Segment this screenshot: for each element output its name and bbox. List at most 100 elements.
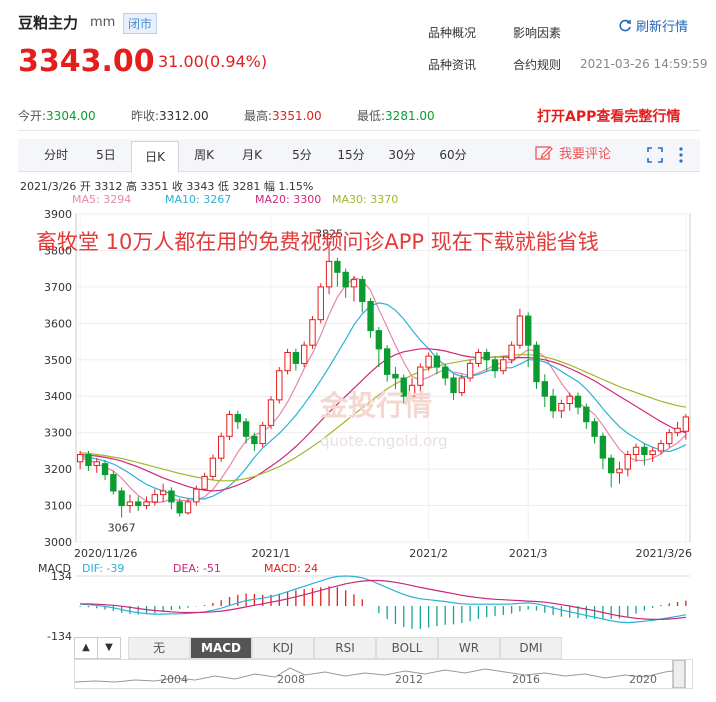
candle-body <box>110 474 117 492</box>
candle-body <box>151 494 159 503</box>
indicator-tab-kdj[interactable]: KDJ <box>252 637 314 659</box>
macd-title: MACD <box>38 562 71 575</box>
candle-body <box>367 300 374 332</box>
candle-body <box>392 373 399 379</box>
candle-body <box>583 406 590 423</box>
watermark-url: quote.cngold.org <box>320 432 448 450</box>
candle-body <box>649 450 656 456</box>
candle-body <box>375 330 383 350</box>
indicator-tab-macd[interactable]: MACD <box>190 637 252 659</box>
candle-body <box>541 381 548 397</box>
candle-body <box>508 344 515 361</box>
y-tick-label: 3300 <box>44 427 72 440</box>
candle-body <box>641 446 648 456</box>
candle-body <box>309 319 316 346</box>
overview-year-2020: 2020 <box>629 673 657 686</box>
candle-body <box>325 260 333 288</box>
overview-year-2016: 2016 <box>512 673 540 686</box>
candle-body <box>342 271 349 288</box>
candle-body <box>450 377 457 394</box>
y-tick-label: 3500 <box>44 354 72 367</box>
x-tick-label: 2021/3 <box>509 547 548 560</box>
macd-y-tick-label: -134 <box>47 630 72 643</box>
navigator-handle[interactable] <box>672 659 686 689</box>
candle-body <box>442 366 449 379</box>
candle-body <box>209 457 217 477</box>
candle-body <box>616 468 623 474</box>
candle-body <box>674 427 681 434</box>
watermark-logo: 金投行情 <box>320 389 433 422</box>
candle-body <box>126 501 134 507</box>
candle-body <box>632 446 640 456</box>
y-tick-label: 3000 <box>44 536 72 549</box>
candle-body <box>533 344 540 383</box>
candle-body <box>143 501 150 507</box>
overview-year-2008: 2008 <box>277 673 305 686</box>
indicator-tab-wr[interactable]: WR <box>438 637 500 659</box>
kline-chart[interactable]: 3000310032003300340035003600370038003900… <box>0 0 716 702</box>
macd-dif: DIF: -39 <box>82 562 125 575</box>
candle-body <box>475 351 482 364</box>
y-tick-label: 3700 <box>44 281 72 294</box>
candle-body <box>624 454 631 470</box>
indicator-tabbar: ▲ ▼ 无 MACD KDJ RSI BOLL WR DMI <box>74 637 699 659</box>
candle-body <box>666 432 673 445</box>
candle-body <box>276 370 283 401</box>
candle-body <box>491 359 499 372</box>
candle-body <box>425 355 432 368</box>
candle-body <box>93 461 100 466</box>
y-tick-label: 3600 <box>44 317 72 330</box>
candle-body <box>85 454 92 466</box>
candle-body <box>466 362 474 379</box>
indicator-tab-none[interactable]: 无 <box>128 637 190 659</box>
candle-body <box>251 435 258 445</box>
candle-body <box>118 490 125 507</box>
candle-body <box>483 351 490 361</box>
candle-body <box>292 351 300 364</box>
candle-body <box>433 355 441 368</box>
macd-dea: DEA: -51 <box>173 562 221 575</box>
scroll-down-button[interactable]: ▼ <box>97 637 121 659</box>
overview-year-2004: 2004 <box>160 673 188 686</box>
scroll-up-button[interactable]: ▲ <box>74 637 98 659</box>
candle-body <box>168 490 175 503</box>
candle-body <box>101 463 109 476</box>
candle-body <box>135 501 142 507</box>
y-tick-label: 3100 <box>44 500 72 513</box>
candle-body <box>267 399 275 426</box>
overview-year-2012: 2012 <box>395 673 423 686</box>
candle-body <box>284 351 291 372</box>
candle-body <box>259 424 266 445</box>
candle-body <box>334 260 341 273</box>
x-tick-label: 2021/2 <box>409 547 448 560</box>
candle-body <box>176 501 183 514</box>
candle-body <box>242 421 250 437</box>
candle-body <box>458 377 466 394</box>
candle-body <box>350 279 358 288</box>
indicator-tab-boll[interactable]: BOLL <box>376 637 438 659</box>
candle-body <box>558 403 565 412</box>
candle-body <box>184 501 192 514</box>
candle-body <box>574 395 582 408</box>
y-tick-label: 3900 <box>44 208 72 221</box>
x-tick-label: 2021/1 <box>252 547 291 560</box>
candle-body <box>300 344 308 364</box>
y-tick-label: 3200 <box>44 463 72 476</box>
candle-body <box>317 286 324 321</box>
candle-body <box>226 413 233 437</box>
y-tick-label: 3400 <box>44 390 72 403</box>
ad-banner[interactable]: 畜牧堂 10万人都在用的免费视频问诊APP 现在下载就能省钱 <box>36 226 599 256</box>
candle-body <box>201 475 208 490</box>
candle-body <box>76 454 84 463</box>
macd-value: MACD: 24 <box>264 562 319 575</box>
candle-body <box>657 443 665 452</box>
candle-body <box>516 315 524 346</box>
indicator-tab-dmi[interactable]: DMI <box>500 637 562 659</box>
candle-body <box>591 421 598 437</box>
indicator-tab-rsi[interactable]: RSI <box>314 637 376 659</box>
x-tick-label: 2021/3/26 <box>636 547 692 560</box>
candle-body <box>359 279 366 302</box>
candle-body <box>193 488 200 503</box>
x-tick-label: 2020/11/26 <box>74 547 137 560</box>
price-annotation: 3067 <box>108 522 136 535</box>
